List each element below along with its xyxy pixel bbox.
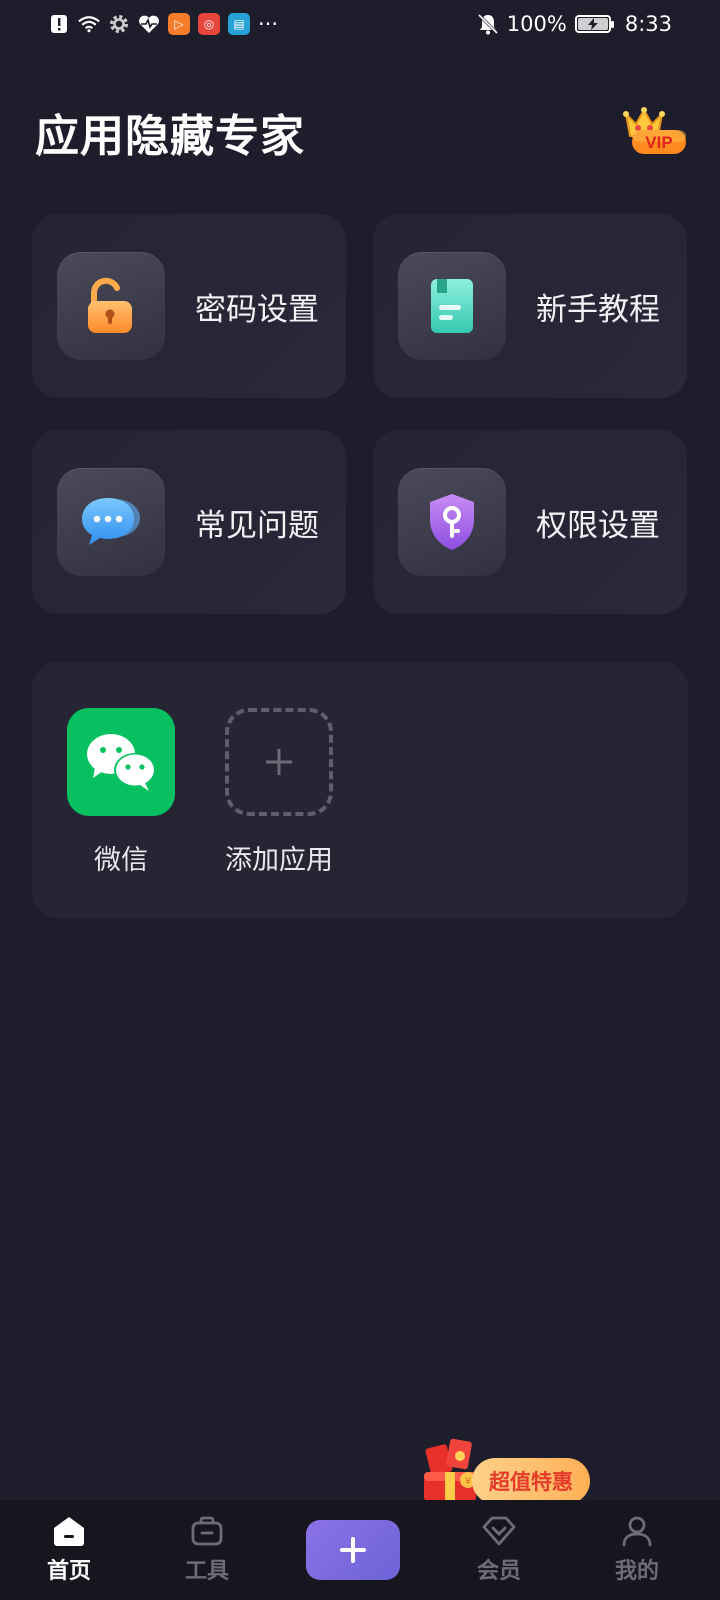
nav-membership[interactable]: 会员 — [430, 1500, 568, 1600]
reader-app-icon: ▤ — [228, 13, 250, 35]
wifi-icon — [78, 13, 100, 35]
nav-label: 工具 — [184, 1559, 229, 1584]
mute-bell-icon — [477, 13, 499, 35]
card-faq[interactable]: 常见问题 — [32, 430, 346, 614]
svg-text:¥: ¥ — [464, 1476, 471, 1487]
toolbox-icon — [191, 1516, 223, 1546]
hidden-app-wechat[interactable]: 微信 — [51, 708, 191, 877]
page-title: 应用隐藏专家 — [35, 111, 305, 162]
plus-icon — [340, 1537, 366, 1563]
status-bar: ▷ ◎ ▤ ··· 100% 8:33 — [0, 0, 720, 48]
card-label: 密码设置 — [195, 291, 319, 328]
hidden-apps-panel: 微信 添加应用 — [32, 662, 688, 918]
status-bar-right: 100% 8:33 — [477, 12, 672, 36]
nav-label: 会员 — [476, 1559, 521, 1584]
card-icon-frame — [398, 252, 506, 360]
nav-home[interactable]: 首页 — [0, 1500, 138, 1600]
lock-icon — [88, 277, 132, 333]
card-icon-frame — [57, 252, 165, 360]
add-app-button[interactable]: 添加应用 — [209, 708, 349, 877]
card-icon-frame — [398, 468, 506, 576]
health-icon — [138, 13, 160, 35]
add-app-icon — [225, 708, 333, 816]
nav-tools[interactable]: 工具 — [138, 1500, 276, 1600]
diamond-icon — [482, 1516, 516, 1546]
vip-crown-icon: VIP — [623, 107, 686, 154]
app-tile-label: 微信 — [94, 845, 148, 876]
card-password-settings[interactable]: 密码设置 — [32, 214, 346, 398]
vip-label: VIP — [645, 133, 672, 152]
bottom-nav: 首页 工具 会员 我的 — [0, 1500, 720, 1600]
clock: 8:33 — [624, 12, 672, 36]
gear-icon — [108, 13, 130, 35]
shield-key-icon — [430, 494, 474, 550]
video-app-icon: ▷ — [168, 13, 190, 35]
home-icon — [54, 1517, 84, 1546]
app-tile-label: 添加应用 — [225, 845, 333, 876]
nav-label: 首页 — [46, 1559, 91, 1584]
card-label: 新手教程 — [536, 291, 660, 328]
nav-label: 我的 — [614, 1559, 659, 1584]
card-label: 权限设置 — [536, 507, 660, 544]
nav-add-button[interactable] — [306, 1520, 400, 1580]
promo-special-offer[interactable]: ¥ 超值特惠 — [420, 1438, 590, 1513]
profile-icon — [622, 1516, 652, 1547]
chat-bubble-icon — [82, 498, 140, 545]
promo-label: 超值特惠 — [472, 1458, 590, 1513]
battery-percent: 100% — [506, 12, 567, 36]
status-bar-left: ▷ ◎ ▤ ··· — [48, 12, 278, 36]
card-permission-settings[interactable]: 权限设置 — [373, 430, 687, 614]
card-label: 常见问题 — [195, 507, 319, 544]
podcast-app-icon: ◎ — [198, 13, 220, 35]
nav-profile[interactable]: 我的 — [568, 1500, 706, 1600]
vip-button[interactable]: VIP — [618, 104, 690, 160]
more-notifications-indicator: ··· — [258, 12, 279, 36]
alert-icon — [48, 13, 70, 35]
battery-charging-icon — [574, 15, 614, 33]
wechat-icon — [67, 708, 175, 816]
card-beginner-tutorial[interactable]: 新手教程 — [373, 214, 687, 398]
book-icon — [431, 279, 473, 333]
card-icon-frame — [57, 468, 165, 576]
